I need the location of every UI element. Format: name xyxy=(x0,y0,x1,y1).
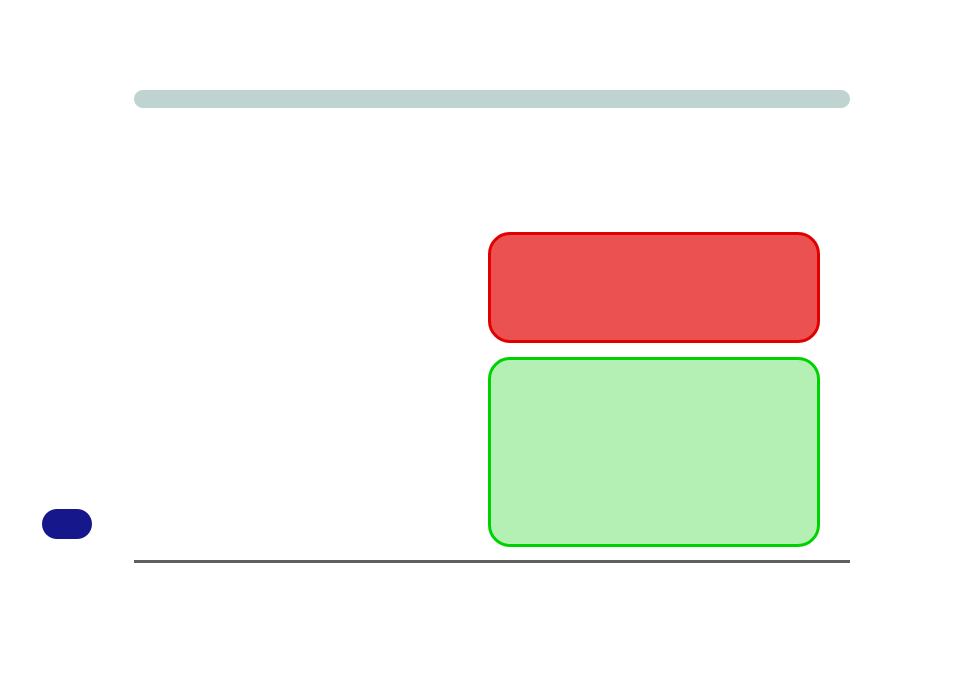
status-pill xyxy=(42,509,92,539)
divider-line xyxy=(134,560,850,563)
edit-panel xyxy=(488,357,820,547)
top-bar xyxy=(134,90,850,108)
alert-panel xyxy=(488,232,820,343)
